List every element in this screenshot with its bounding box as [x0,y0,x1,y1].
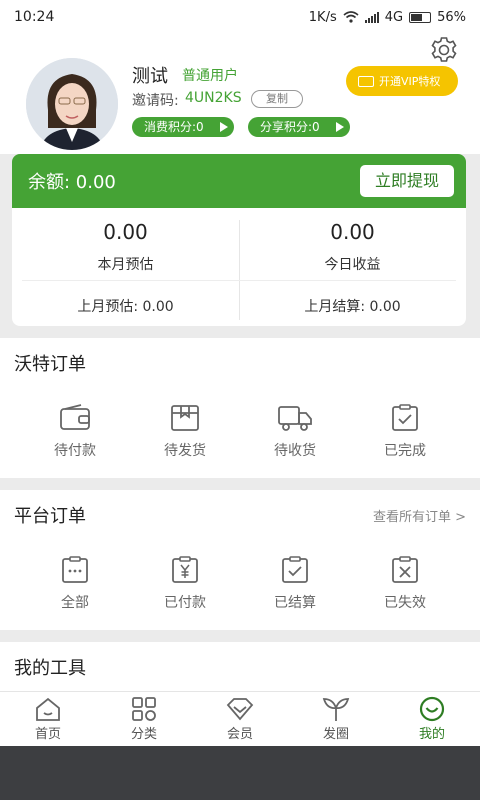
clipboard-check-icon [392,404,418,431]
smile-icon [419,696,445,722]
bottom-tab-bar: 首页 分类 会员 发圈 我的 [0,691,480,746]
vip-card-icon [358,75,374,87]
share-points-label: 分享积分:0 [260,120,320,134]
clipboard-x-icon [392,556,418,583]
tab-home[interactable]: 首页 [8,696,88,742]
order-label: 待发货 [164,443,206,459]
signal-icon [364,11,379,23]
balance-card: 余额: 0.00 立即提现 [12,154,466,208]
order-completed[interactable]: 已完成 [360,404,450,460]
home-icon [36,697,60,721]
stat-label: 本月预估 [97,257,154,273]
order-label: 已完成 [384,443,426,459]
section-title: 平台订单 [14,506,86,527]
stat-label: 今日收益 [324,257,381,273]
play-arrow-icon [336,122,344,132]
order-label: 已付款 [164,595,206,611]
order-label: 待付款 [54,443,96,459]
wote-orders-section: 沃特订单 待付款 待发货 待收货 已完成 [0,338,480,478]
tab-label: 会员 [226,727,253,742]
battery-icon [409,11,432,23]
platform-order-paid[interactable]: 已付款 [140,556,230,612]
balance-text: 余额: 0.00 [28,172,116,193]
system-navigation-bar [0,746,480,800]
platform-order-all[interactable]: 全部 [30,556,120,612]
stat-sub: 上月结算: 0.00 [304,299,401,315]
sprout-icon [322,698,350,721]
view-all-orders-link[interactable]: 查看所有订单 > [373,506,466,525]
status-indicators: 1K/s 4G 56% [309,10,466,25]
truck-icon [278,406,312,431]
vip-label: 开通VIP特权 [379,75,441,88]
wallet-icon [60,404,90,430]
order-label: 全部 [61,595,89,611]
stat-monthly-estimate[interactable]: 0.00 本月预估 上月预估: 0.00 [12,208,239,326]
vip-button[interactable]: 开通VIP特权 [346,66,458,96]
earnings-stats: 0.00 本月预估 上月预估: 0.00 0.00 今日收益 上月结算: 0.0… [12,208,466,326]
platform-order-expired[interactable]: 已失效 [360,556,450,612]
clipboard-dots-icon [62,556,88,583]
order-label: 待收货 [274,443,316,459]
tab-label: 发圈 [322,727,349,742]
tab-member[interactable]: 会员 [200,696,280,742]
diamond-icon [226,698,254,721]
platform-orders-section: 平台订单 查看所有订单 > 全部 已付款 已结算 已失效 [0,490,480,630]
user-type-label: 普通用户 [182,68,238,84]
tab-moments[interactable]: 发圈 [296,696,376,742]
tab-category[interactable]: 分类 [104,696,184,742]
withdraw-button[interactable]: 立即提现 [360,165,454,197]
grid-icon [132,697,156,721]
stat-value: 0.00 [103,220,148,244]
invite-code-value: 4UN2KS [185,90,242,106]
tab-label: 我的 [418,727,445,742]
play-arrow-icon [220,122,228,132]
copy-button[interactable]: 复制 [251,90,303,108]
settings-gear-icon[interactable] [428,34,460,66]
platform-order-settled[interactable]: 已结算 [250,556,340,612]
clipboard-yen-icon [172,556,198,583]
order-pending-receipt[interactable]: 待收货 [250,404,340,460]
section-title: 沃特订单 [14,354,86,375]
tab-mine[interactable]: 我的 [392,696,472,742]
tab-label: 首页 [34,727,61,742]
order-pending-shipment[interactable]: 待发货 [140,404,230,460]
order-pending-payment[interactable]: 待付款 [30,404,120,460]
wifi-icon [343,11,359,23]
tab-label: 分类 [130,727,157,742]
avatar-image [26,58,118,150]
stat-sub: 上月预估: 0.00 [77,299,174,315]
stat-value: 0.00 [330,220,375,244]
section-title: 我的工具 [14,658,86,679]
avatar[interactable] [26,58,118,150]
consume-points-label: 消费积分:0 [144,120,204,134]
battery-level: 56% [437,9,466,25]
username: 测试 [132,66,168,87]
status-time: 10:24 [14,9,55,25]
clipboard-check-icon [282,556,308,583]
stat-today-income[interactable]: 0.00 今日收益 上月结算: 0.00 [239,208,466,326]
profile-header: 测试 普通用户 邀请码: 4UN2KS 复制 消费积分:0 分享积分:0 开通V… [0,34,480,154]
network-speed: 1K/s [308,9,337,25]
package-icon [171,405,199,431]
order-label: 已结算 [274,595,316,611]
network-type: 4G [384,9,404,25]
invite-code-label: 邀请码: [132,93,179,109]
order-label: 已失效 [384,595,426,611]
status-bar: 10:24 1K/s 4G 56% [0,0,480,34]
consume-points-button[interactable]: 消费积分:0 [132,117,234,137]
share-points-button[interactable]: 分享积分:0 [248,117,350,137]
